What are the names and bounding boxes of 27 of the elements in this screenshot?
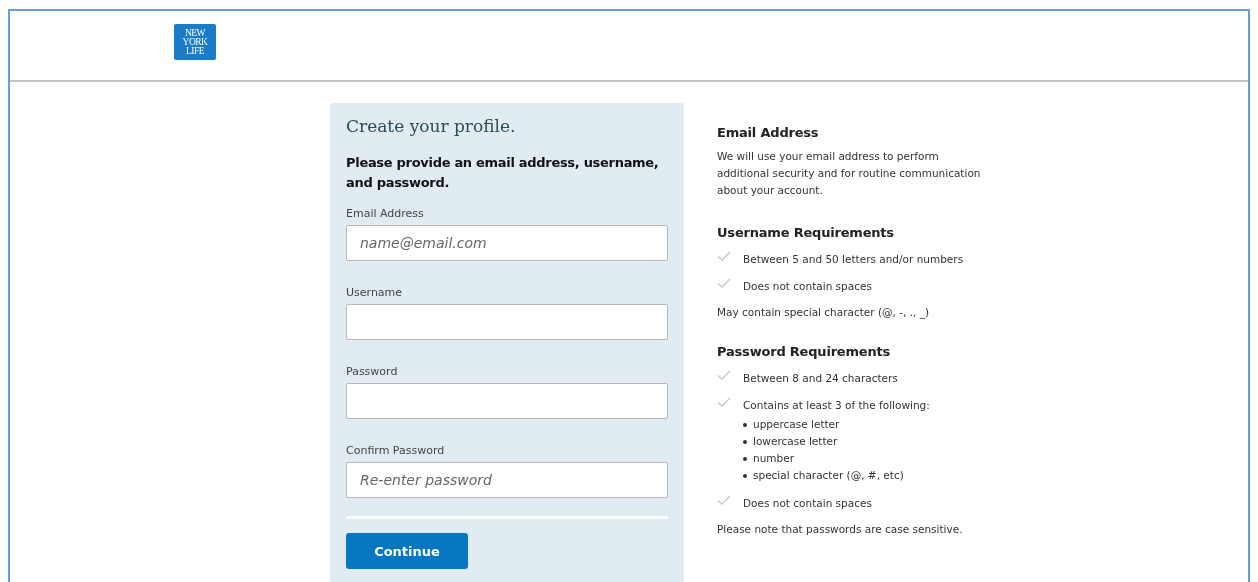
input-field[interactable] [346, 304, 668, 340]
continue-button[interactable]: Continue [346, 533, 468, 569]
form-title: Create your profile. [346, 116, 517, 136]
input-field[interactable]: name@email.com [346, 225, 668, 261]
requirement-text: Does not contain spaces [743, 497, 872, 509]
requirement-text: Between 8 and 24 characters [743, 372, 898, 384]
section-text: We will use your email address to perform additional security and for routine communication about your account. [717, 149, 982, 198]
section-heading: Password Requirements [717, 344, 892, 359]
field-label: Username [346, 286, 404, 299]
field-label: Password [346, 365, 399, 378]
requirement-bullet: lowercase letter [753, 434, 838, 449]
requirement-text: Contains at least 3 of the following: [743, 399, 930, 411]
requirement-text: Does not contain spaces [743, 280, 872, 292]
input-field[interactable] [346, 383, 668, 419]
field-label: Confirm Password [346, 444, 446, 457]
requirement-bullet: uppercase letter [753, 417, 840, 432]
section-heading: Username Requirements [717, 225, 895, 240]
requirement-bullet: special character (@, #, etc) [753, 468, 904, 483]
requirement-note: Please note that passwords are case sensitive. [717, 523, 964, 535]
input-field[interactable]: Re-enter password [346, 462, 668, 498]
field-label: Email Address [346, 207, 425, 220]
company-logo[interactable]: NEW YORK LIFE [174, 24, 216, 60]
form-instructions: Please provide an email address, username, and password. [346, 154, 660, 192]
requirement-bullet: number [753, 451, 794, 466]
requirement-text: Between 5 and 50 letters and/or numbers [743, 253, 964, 265]
section-heading: Email Address [717, 125, 820, 140]
requirement-note: May contain special character (@, -, ., _) [717, 306, 931, 318]
